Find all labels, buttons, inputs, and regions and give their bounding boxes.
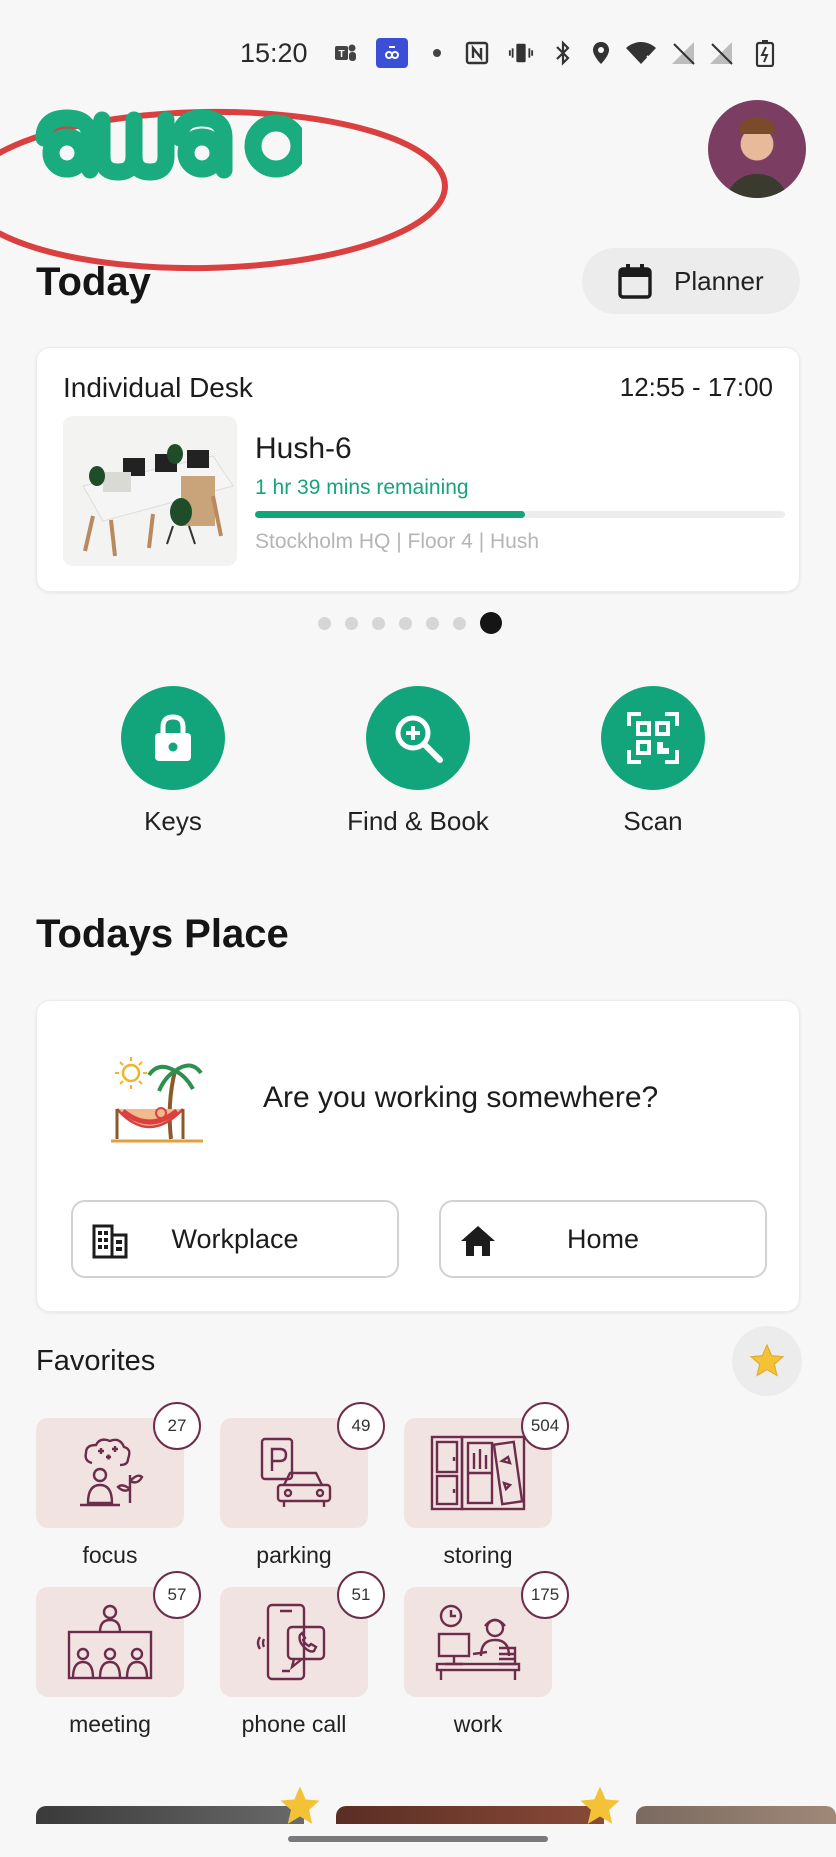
favorite-count-badge: 27 <box>153 1402 201 1450</box>
workplace-button[interactable]: Workplace <box>71 1200 399 1278</box>
favorite-label: parking <box>256 1542 332 1568</box>
home-icon <box>461 1226 495 1256</box>
booking-progress-bar <box>255 511 785 518</box>
place-card-thumbnail[interactable] <box>636 1806 836 1824</box>
pager-dot[interactable] <box>399 616 412 630</box>
gesture-home-bar[interactable] <box>288 1836 548 1842</box>
booking-type: Individual Desk <box>63 372 253 403</box>
scan-label: Scan <box>623 806 683 836</box>
carousel-pager[interactable] <box>318 612 502 634</box>
today-heading: Today <box>36 260 151 304</box>
planner-label: Planner <box>674 265 764 296</box>
favorite-phone-call[interactable]: 51 phone call <box>220 1571 385 1747</box>
desk-photo <box>63 416 237 566</box>
favorite-storing[interactable]: 504 storing <box>404 1402 569 1578</box>
pager-dot[interactable] <box>426 616 439 630</box>
booking-card[interactable]: Individual Desk 12:55 - 17:00 Hush-6 1 h… <box>36 347 800 592</box>
qr-scan-icon <box>601 686 705 790</box>
building-icon <box>92 1224 128 1259</box>
wifi-icon <box>624 40 658 66</box>
keys-action[interactable]: Keys <box>88 686 258 837</box>
place-question: Are you working somewhere? <box>263 1081 659 1114</box>
favorite-label: meeting <box>69 1711 151 1737</box>
favorites-star-button[interactable] <box>732 1326 802 1396</box>
lock-icon <box>121 686 225 790</box>
user-avatar[interactable] <box>708 100 806 198</box>
status-time: 15:20 <box>240 38 308 68</box>
star-icon <box>749 1343 785 1377</box>
favorite-count-badge: 51 <box>337 1571 385 1619</box>
star-icon[interactable] <box>276 1784 324 1828</box>
todays-place-card: Are you working somewhere? Workplace Hom… <box>36 1000 800 1312</box>
vibrate-icon <box>508 40 534 66</box>
todays-place-heading: Todays Place <box>36 912 289 956</box>
favorites-heading: Favorites <box>36 1345 156 1377</box>
calendar-icon <box>618 264 652 299</box>
booking-resource-name: Hush-6 <box>255 432 352 465</box>
svg-text:T: T <box>338 49 344 60</box>
booking-progress-fill <box>255 511 526 518</box>
awaio-logo-mark: awaio <box>32 108 308 181</box>
no-signal-icon <box>670 40 696 66</box>
awaio-logo: awaio <box>32 108 308 188</box>
booking-remaining: 1 hr 39 mins remaining <box>255 476 469 499</box>
svg-text:awaio: awaio <box>32 108 35 109</box>
favorite-label: phone call <box>241 1711 347 1737</box>
place-card-thumbnail[interactable] <box>36 1806 304 1824</box>
dot-icon <box>424 40 450 66</box>
pager-dot[interactable] <box>318 616 331 630</box>
teams-icon: T <box>332 40 358 66</box>
place-card-thumbnail[interactable] <box>336 1806 604 1824</box>
battery-icon <box>752 40 778 67</box>
pager-dot-active[interactable] <box>480 612 502 634</box>
favorite-meeting[interactable]: 57 meeting <box>36 1571 201 1747</box>
favorite-label: focus <box>82 1542 138 1568</box>
app-icon <box>376 38 408 68</box>
no-signal-icon <box>708 40 734 66</box>
favorite-label: work <box>453 1711 503 1737</box>
pager-dot[interactable] <box>453 616 466 630</box>
booking-location: Stockholm HQ | Floor 4 | Hush <box>255 530 540 553</box>
find-book-label: Find & Book <box>347 806 489 836</box>
nfc-icon <box>464 40 490 66</box>
home-button[interactable]: Home <box>439 1200 767 1278</box>
planner-button[interactable]: Planner <box>582 248 800 314</box>
favorite-count-badge: 57 <box>153 1571 201 1619</box>
favorite-count-badge: 504 <box>521 1402 569 1450</box>
favorite-work[interactable]: 175 work <box>404 1571 569 1747</box>
find-book-action[interactable]: Find & Book <box>333 686 503 837</box>
favorite-parking[interactable]: 49 parking <box>220 1402 385 1578</box>
favorite-count-badge: 175 <box>521 1571 569 1619</box>
bluetooth-icon <box>550 40 576 66</box>
favorite-count-badge: 49 <box>337 1402 385 1450</box>
favorite-label: storing <box>443 1542 513 1568</box>
favorite-focus[interactable]: 27 focus <box>36 1402 201 1578</box>
scan-action[interactable]: Scan <box>568 686 738 837</box>
location-icon <box>588 40 614 66</box>
star-icon[interactable] <box>576 1784 624 1828</box>
hammock-illustration-icon <box>109 1053 205 1147</box>
booking-time: 12:55 - 17:00 <box>619 372 773 402</box>
pager-dot[interactable] <box>372 616 385 630</box>
keys-label: Keys <box>144 806 202 836</box>
search-plus-icon <box>366 686 470 790</box>
pager-dot[interactable] <box>345 616 358 630</box>
